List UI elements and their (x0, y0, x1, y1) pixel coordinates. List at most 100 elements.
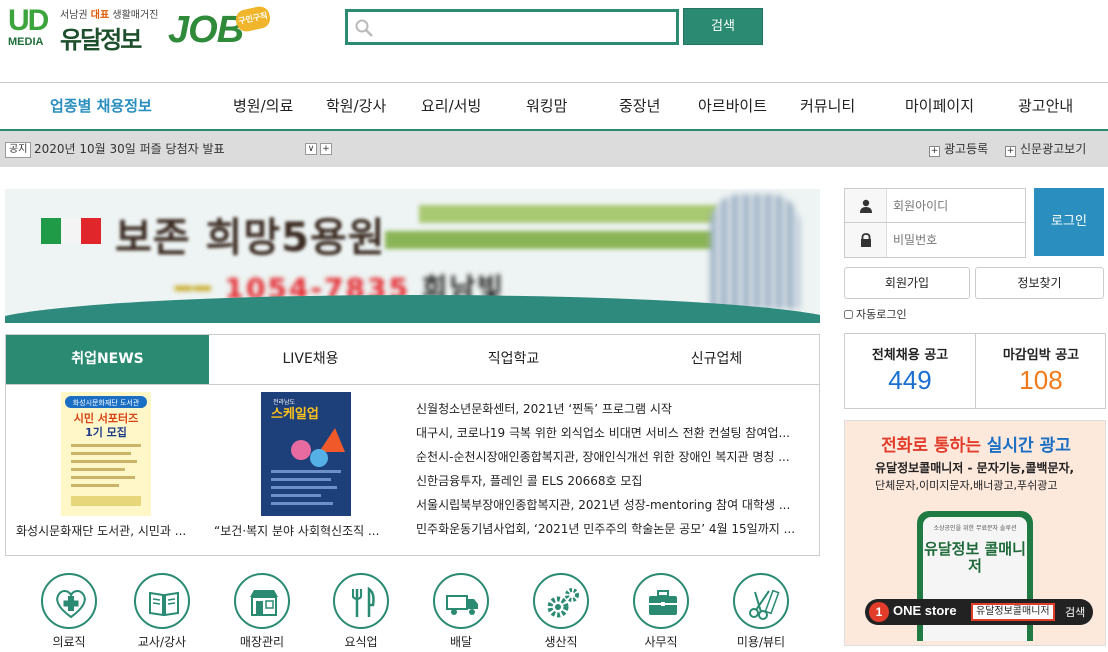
nav-industry-jobs[interactable]: 업종별 채용정보 (50, 95, 152, 116)
onestore-badge[interactable]: 1 ONE store 유달정보콜매니저 검색 (865, 599, 1093, 625)
banner-blur-strip (419, 205, 719, 223)
news-caption[interactable]: “보건·복지 분야 사회혁신조직 ... (214, 522, 399, 539)
list-item[interactable]: 신한금융투자, 플레인 콜 ELS 20668호 모집 (416, 471, 806, 495)
onestore-logo-icon: 1 (869, 602, 889, 622)
deadline-jobs-count: 108 (1019, 365, 1063, 395)
notice-prev-button[interactable]: ∨ (305, 143, 317, 155)
notice-text[interactable]: 2020년 10월 30일 퍼즐 당첨자 발표 (34, 140, 225, 157)
category-circle (234, 573, 290, 629)
category-label: 의료직 (52, 635, 86, 649)
tab-new-companies[interactable]: 신규업체 (615, 335, 818, 384)
list-item[interactable]: 민주화운동기념사업회, ‘2021년 민주주의 학술논문 공모’ 4월 15일까… (416, 519, 806, 543)
news-list: 신월청소년문화센터, 2021년 ‘찐독’ 프로그램 시작 대구시, 코로나19… (416, 399, 806, 543)
category-production[interactable]: 생산직 (525, 573, 597, 650)
login-button[interactable]: 로그인 (1034, 188, 1104, 256)
news-poster-scaleup[interactable]: 전라남도 스케일업 (261, 392, 351, 516)
category-circle (533, 573, 589, 629)
onestore-label: ONE store (893, 603, 957, 618)
nav-community[interactable]: 커뮤니티 (800, 95, 855, 116)
list-item[interactable]: 순천시-순천시장애인종합복지관, 장애인식개선 위한 장애인 복지관 명칭 ..… (416, 447, 806, 471)
ad-register-link[interactable]: + 광고등록 (929, 140, 988, 157)
ud-mark: UD (8, 4, 49, 37)
category-store-management[interactable]: 매장관리 (226, 573, 298, 650)
banner-title: 보존 희망5용원 (115, 215, 386, 261)
category-label: 생산직 (544, 635, 578, 649)
deadline-jobs-label: 마감임박 공고 (1002, 348, 1080, 363)
deadline-jobs[interactable]: 마감임박 공고 108 (976, 334, 1106, 408)
category-label: 사무직 (644, 635, 678, 649)
total-jobs[interactable]: 전체채용 공고 449 (845, 334, 975, 408)
media-mark: MEDIA (8, 36, 44, 48)
category-label: 매장관리 (239, 635, 285, 649)
category-teacher[interactable]: 교사/강사 (126, 573, 198, 650)
total-jobs-label: 전체채용 공고 (871, 348, 949, 363)
auto-login-checkbox[interactable] (844, 310, 853, 319)
banner-hill (5, 295, 820, 323)
plus-icon: + (929, 146, 940, 157)
nav-cooking[interactable]: 요리/서빙 (421, 95, 481, 116)
user-icon-box (845, 189, 887, 223)
nav-mypage[interactable]: 마이페이지 (905, 95, 974, 116)
site-logo[interactable]: UD MEDIA 서남권 대표 생활매거진 유달정보 JOB 구인구직 (8, 4, 272, 54)
tab-vocational-school[interactable]: 직업학교 (412, 335, 615, 384)
poster-title-text: 스케일업 (271, 407, 319, 422)
call-manager-ad[interactable]: 전화로 통하는 실시간 광고 유달정보콜매니저 - 문자기능,콜백문자, 단체문… (844, 420, 1106, 646)
category-medical[interactable]: 의료직 (33, 573, 105, 650)
search-button[interactable]: 검색 (683, 8, 763, 45)
user-id-input[interactable] (893, 195, 1019, 217)
list-item[interactable]: 대구시, 코로나19 극복 위한 외식업소 비대면 서비스 전환 컨설팅 참여업… (416, 423, 806, 447)
onestore-search: 검색 (1065, 606, 1086, 619)
search-box (345, 9, 679, 45)
nav-part-time[interactable]: 아르바이트 (698, 95, 767, 116)
search-icon (355, 19, 373, 37)
search-input[interactable] (378, 14, 674, 40)
poster-title-text: 시민 서포터즈 (74, 411, 139, 425)
newspaper-ad-link[interactable]: + 신문광고보기 (1005, 140, 1086, 157)
job-stats: 전체채용 공고 449 마감임박 공고 108 (844, 333, 1106, 409)
news-panel: 취업NEWS LIVE채용 직업학교 신규업체 화성시문화재단 도서관 시민 서… (5, 334, 820, 556)
notice-tag: 공지 (5, 142, 32, 158)
category-delivery[interactable]: 배달 (425, 573, 497, 650)
main-banner[interactable]: 보존 희망5용원 ━━ 1054-7835 희남빛 (5, 189, 820, 323)
pw-field[interactable] (844, 222, 1026, 258)
news-caption[interactable]: 화성시문화재단 도서관, 시민과 ... (16, 522, 201, 539)
auto-login[interactable]: 자동로그인 (844, 306, 907, 322)
category-circle (433, 573, 489, 629)
notice-next-button[interactable]: + (320, 143, 332, 155)
category-circle (333, 573, 389, 629)
tab-job-news[interactable]: 취업NEWS (6, 335, 209, 384)
news-poster-supporters[interactable]: 화성시문화재단 도서관 시민 서포터즈 1기 모집 (61, 392, 151, 516)
category-circle (134, 573, 190, 629)
ad-headline: 전화로 통하는 실시간 광고 (881, 436, 1071, 456)
join-button[interactable]: 회원가입 (844, 267, 970, 299)
category-office[interactable]: 사무직 (625, 573, 697, 650)
fork-knife-icon (352, 586, 375, 617)
find-info-button[interactable]: 정보찾기 (975, 267, 1104, 299)
onestore-app-name: 유달정보콜매니저 (971, 603, 1055, 621)
list-item[interactable]: 신월청소년문화센터, 2021년 ‘찐독’ 프로그램 시작 (416, 399, 806, 423)
poster-title-text: 1기 모집 (85, 425, 127, 439)
nav-ad-guide[interactable]: 광고안내 (1018, 95, 1073, 116)
category-beauty[interactable]: 미용/뷰티 (725, 573, 797, 650)
nav-hospital[interactable]: 병원/의료 (233, 95, 293, 116)
book-icon (149, 591, 179, 617)
phone-small-text: 소상공인을 위한 무료문자 솔루션 (933, 525, 1017, 532)
nav-middle-aged[interactable]: 중장년 (619, 95, 660, 116)
category-circle (733, 573, 789, 629)
banner-blur-strip (385, 231, 715, 249)
nav-academy[interactable]: 학원/강사 (326, 95, 386, 116)
briefcase-icon (649, 590, 677, 615)
tab-live-jobs[interactable]: LIVE채용 (209, 335, 412, 384)
poster-top-text: 화성시문화재단 도서관 (73, 398, 140, 407)
lock-icon-box (845, 223, 887, 257)
logo-brand: 유달정보 (60, 26, 142, 54)
category-restaurant[interactable]: 요식업 (325, 573, 397, 650)
logo-job: JOB (168, 9, 244, 51)
password-input[interactable] (893, 229, 1019, 251)
lock-icon (861, 233, 871, 247)
nav-working-mom[interactable]: 워킹맘 (526, 95, 567, 116)
store-icon (250, 590, 278, 616)
list-item[interactable]: 서울시립북부장애인종합복지관, 2021년 성장-mentoring 참여 대학… (416, 495, 806, 519)
id-field[interactable] (844, 188, 1026, 224)
medical-cross-icon (56, 590, 86, 619)
